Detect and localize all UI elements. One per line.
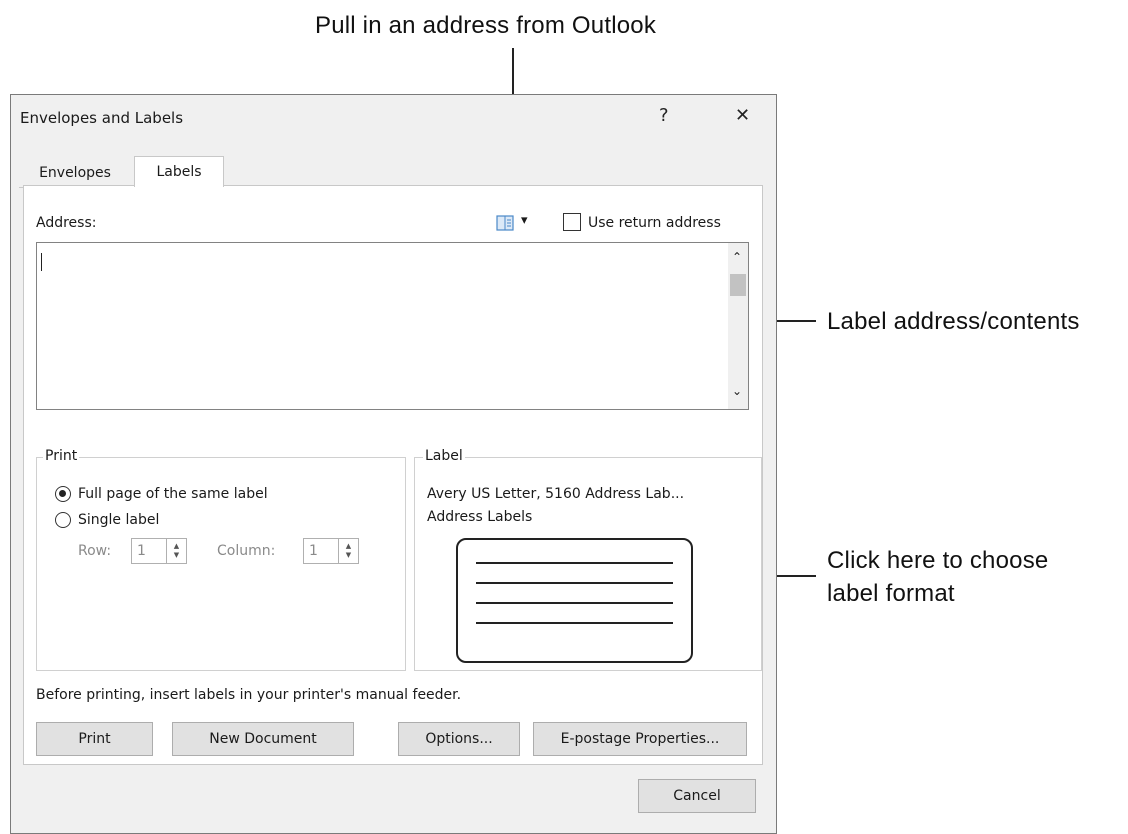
dialog-title: Envelopes and Labels — [20, 109, 184, 127]
new-document-button[interactable]: New Document — [172, 722, 354, 756]
address-label: Address: — [36, 215, 97, 231]
label-product-name: Avery US Letter, 5160 Address Lab... — [427, 486, 685, 502]
tab-labels-label: Labels — [156, 164, 202, 180]
use-return-address-checkbox[interactable] — [563, 213, 581, 231]
address-book-icon[interactable] — [496, 215, 514, 231]
row-spinner[interactable]: 1 ▲ ▼ — [131, 538, 187, 564]
label-preview-icon[interactable] — [456, 538, 693, 663]
full-page-radio[interactable] — [55, 486, 71, 502]
text-cursor — [41, 253, 42, 271]
options-button[interactable]: Options... — [398, 722, 520, 756]
help-button[interactable]: ? — [659, 105, 669, 126]
use-return-address-label: Use return address — [588, 215, 721, 231]
feeder-hint: Before printing, insert labels in your p… — [36, 687, 462, 703]
callout-format-1: Click here to choose — [827, 547, 1049, 574]
print-button[interactable]: Print — [36, 722, 153, 756]
single-label-radio[interactable] — [55, 512, 71, 528]
tab-envelopes[interactable]: Envelopes — [19, 158, 131, 188]
row-label: Row: — [78, 543, 112, 559]
scroll-down-icon[interactable]: ⌄ — [732, 384, 742, 398]
address-scrollbar[interactable]: ⌃ ⌄ — [728, 243, 748, 409]
single-label-label: Single label — [78, 512, 160, 528]
full-page-label: Full page of the same label — [78, 486, 268, 502]
row-spin-arrows-icon[interactable]: ▲ ▼ — [166, 539, 186, 563]
cancel-button[interactable]: Cancel — [638, 779, 756, 813]
address-textbox[interactable]: ⌃ ⌄ — [36, 242, 749, 410]
callout-format-2: label format — [827, 580, 955, 607]
label-product-type: Address Labels — [427, 509, 533, 525]
row-value: 1 — [137, 543, 146, 559]
scroll-up-icon[interactable]: ⌃ — [732, 250, 742, 264]
column-label: Column: — [217, 543, 276, 559]
label-group-legend: Label — [423, 448, 465, 464]
scroll-thumb[interactable] — [730, 274, 746, 296]
epostage-properties-button[interactable]: E-postage Properties... — [533, 722, 747, 756]
envelopes-and-labels-dialog: Envelopes and Labels ? ✕ Envelopes Label… — [10, 94, 777, 834]
column-spinner[interactable]: 1 ▲ ▼ — [303, 538, 359, 564]
column-value: 1 — [309, 543, 318, 559]
close-button[interactable]: ✕ — [735, 105, 750, 126]
print-group-legend: Print — [43, 448, 80, 464]
tab-labels[interactable]: Labels — [134, 156, 224, 187]
column-spin-arrows-icon[interactable]: ▲ ▼ — [338, 539, 358, 563]
address-book-dropdown-icon[interactable]: ▾ — [521, 213, 528, 228]
tab-envelopes-label: Envelopes — [39, 164, 111, 181]
callout-address: Label address/contents — [827, 308, 1080, 335]
callout-outlook: Pull in an address from Outlook — [315, 12, 657, 39]
